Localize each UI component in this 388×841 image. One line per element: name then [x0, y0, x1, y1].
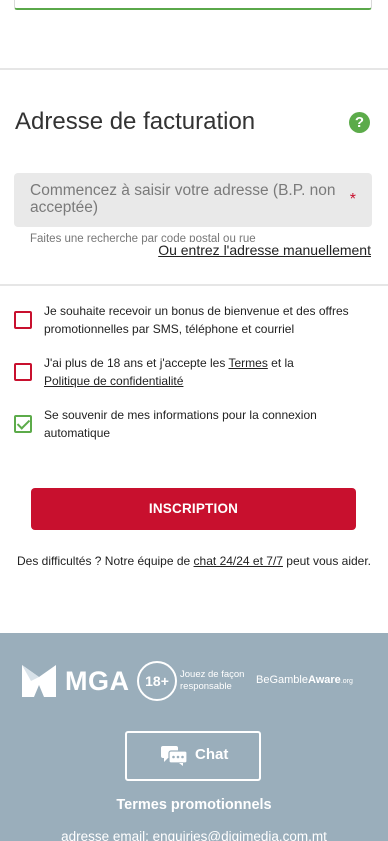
live-chat-link[interactable]: chat 24/24 et 7/7 [194, 554, 283, 568]
remember-me-checkbox[interactable] [14, 415, 32, 433]
consent-remember-row[interactable]: Se souvenir de mes informations pour la … [14, 406, 374, 446]
previous-input-field[interactable] [14, 0, 372, 10]
manual-address-link[interactable]: Ou entrez l'adresse manuellement [156, 242, 371, 258]
terms-checkbox[interactable] [14, 363, 32, 381]
begambleaware-logo[interactable]: BeGambleAware.org [256, 674, 353, 686]
chat-label: Chat [195, 746, 229, 763]
address-placeholder: Commencez à saisir votre adresse (B.P. n… [30, 182, 336, 216]
privacy-policy-link[interactable]: Politique de confidentialité [44, 374, 183, 388]
terms-label: J'ai plus de 18 ans et j'accepte les Ter… [44, 356, 294, 388]
mga-logo-text: MGA [65, 666, 130, 696]
divider [0, 68, 388, 70]
mga-logo-icon [22, 665, 56, 697]
terms-link[interactable]: Termes [228, 356, 267, 370]
address-search-input[interactable]: Commencez à saisir votre adresse (B.P. n… [14, 173, 372, 227]
age-18-badge: 18+ [137, 661, 177, 701]
help-text: Des difficultés ? Notre équipe de chat 2… [16, 554, 372, 568]
billing-section-title: Adresse de facturation [15, 108, 256, 135]
marketing-label: Je souhaite recevoir un bonus de bienven… [44, 304, 349, 336]
question-mark-icon[interactable]: ? [349, 112, 370, 133]
marketing-checkbox[interactable] [14, 311, 32, 329]
promotional-terms-link[interactable]: Termes promotionnels [0, 797, 388, 813]
consent-terms-row[interactable]: J'ai plus de 18 ans et j'accepte les Ter… [14, 354, 374, 394]
footer: MGA 18+ Jouez de façon responsable BeGamb… [0, 633, 388, 841]
contact-email: adresse email: enquiries@digimedia.com.m… [61, 829, 327, 841]
responsible-gaming-text: Jouez de façon responsable [180, 669, 245, 692]
required-marker: * [349, 191, 356, 208]
consent-marketing-row[interactable]: Je souhaite recevoir un bonus de bienven… [14, 302, 374, 342]
chat-bubbles-icon [161, 746, 187, 766]
inscription-button[interactable]: INSCRIPTION [31, 488, 356, 530]
remember-me-label: Se souvenir de mes informations pour la … [44, 408, 317, 440]
chat-button[interactable]: Chat [125, 731, 261, 781]
divider [0, 284, 388, 286]
